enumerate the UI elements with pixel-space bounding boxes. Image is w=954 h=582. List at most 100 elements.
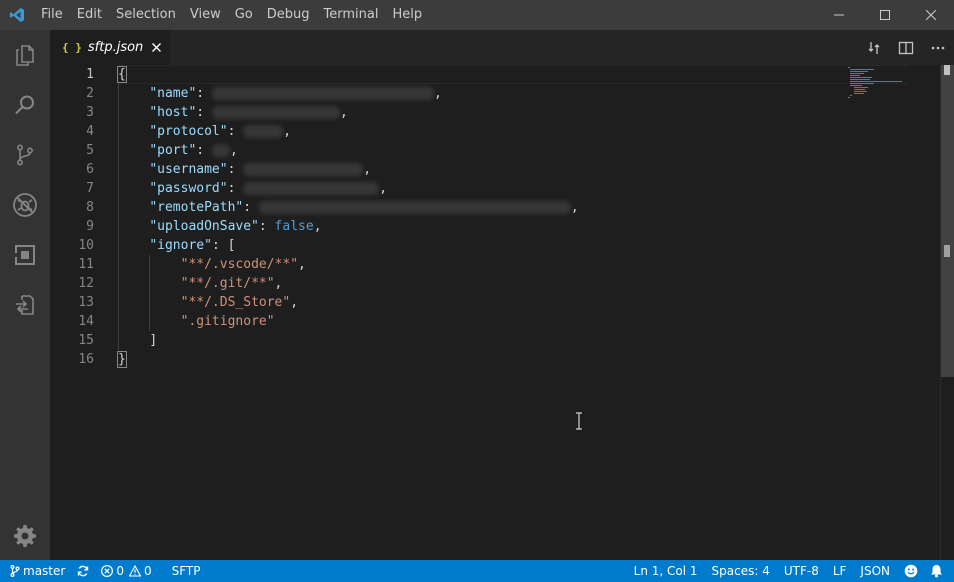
json-key: "port" xyxy=(149,143,197,158)
search-icon xyxy=(15,95,34,115)
current-line-highlight xyxy=(118,65,908,84)
indentation-status[interactable]: Spaces: 4 xyxy=(705,560,777,582)
title-bar: File Edit Selection View Go Debug Termin… xyxy=(0,0,954,30)
code-line: "password": , xyxy=(118,179,387,198)
sftp-status[interactable]: SFTP xyxy=(167,560,206,582)
redacted-value xyxy=(258,201,571,214)
maximize-icon xyxy=(880,10,890,20)
warning-count: 0 xyxy=(143,564,152,578)
menu-edit[interactable]: Edit xyxy=(70,0,109,30)
smiley-icon xyxy=(904,564,918,578)
more-actions-button[interactable] xyxy=(922,30,954,65)
activity-source-control[interactable] xyxy=(0,130,50,180)
language-mode[interactable]: JSON xyxy=(853,560,897,582)
error-count: 0 xyxy=(116,564,124,578)
json-key: "ignore" xyxy=(149,238,212,253)
git-branch-icon xyxy=(10,565,20,577)
tab-title: sftp.json xyxy=(87,40,144,55)
comma: , xyxy=(290,295,299,310)
json-key: "host" xyxy=(149,105,197,120)
redacted-value xyxy=(211,144,230,157)
json-file-icon: { } xyxy=(62,41,82,54)
minimize-button[interactable] xyxy=(816,0,862,30)
files-icon xyxy=(16,45,34,66)
sync-button[interactable] xyxy=(70,560,96,582)
line-number: 14 xyxy=(78,314,94,329)
activity-explorer[interactable] xyxy=(0,30,50,80)
tab-sftp-json[interactable]: { } sftp.json xyxy=(50,30,170,65)
code-line: "name": , xyxy=(118,84,442,103)
editor-actions xyxy=(858,30,954,65)
open-brace: { xyxy=(117,66,127,83)
menu-file[interactable]: File xyxy=(34,0,70,30)
sync-icon xyxy=(78,565,89,577)
code-line: "**/.vscode/**", xyxy=(118,255,306,274)
json-key: "name" xyxy=(149,86,197,101)
colon: : xyxy=(258,219,267,234)
status-bar: master 0 0 SFTP Ln 1, Col 1 Spaces: 4 UT… xyxy=(0,560,954,582)
string-value: ".gitignore" xyxy=(180,314,275,329)
close-brace: } xyxy=(117,351,127,368)
line-number: 3 xyxy=(86,105,94,120)
colon: : xyxy=(196,105,205,120)
debug-icon xyxy=(13,193,37,217)
code-line: "protocol": , xyxy=(118,122,291,141)
text-cursor-icon xyxy=(576,412,582,430)
minimize-icon xyxy=(834,14,844,16)
eol-status[interactable]: LF xyxy=(826,560,854,582)
menu-selection[interactable]: Selection xyxy=(109,0,183,30)
split-editor-button[interactable] xyxy=(890,30,922,65)
bell-icon xyxy=(931,565,942,578)
comma: , xyxy=(433,86,442,101)
extensions-icon xyxy=(15,245,35,265)
line-number: 5 xyxy=(86,143,94,158)
maximize-button[interactable] xyxy=(862,0,908,30)
comma: , xyxy=(298,257,306,272)
vertical-scrollbar[interactable] xyxy=(940,65,954,560)
notifications-button[interactable] xyxy=(925,560,948,582)
activity-remote-explorer[interactable] xyxy=(0,280,50,330)
code-line: ".gitignore" xyxy=(118,312,275,331)
menu-go[interactable]: Go xyxy=(228,0,260,30)
editor[interactable]: 1 2 3 4 5 6 7 8 9 10 11 12 13 14 15 16 {… xyxy=(50,65,954,560)
branch-status[interactable]: master xyxy=(5,560,70,582)
comma: , xyxy=(274,276,283,291)
activity-search[interactable] xyxy=(0,80,50,130)
code-line: "username": , xyxy=(118,160,371,179)
line-number: 4 xyxy=(86,124,94,139)
menu-view[interactable]: View xyxy=(183,0,228,30)
feedback-button[interactable] xyxy=(897,560,925,582)
tab-close-button[interactable] xyxy=(148,39,164,55)
close-window-button[interactable] xyxy=(908,0,954,30)
code-area[interactable]: { "name": , "host": , "protocol": , "por… xyxy=(117,65,908,560)
colon: : xyxy=(243,200,252,215)
line-number: 12 xyxy=(78,276,94,291)
open-changes-button[interactable] xyxy=(858,30,890,65)
scroll-overview-marker xyxy=(944,245,950,257)
code-line: ] xyxy=(118,331,157,350)
string-value: "**/.git/**" xyxy=(180,276,275,291)
minimap[interactable] xyxy=(840,65,940,105)
menu-terminal[interactable]: Terminal xyxy=(317,0,386,30)
close-bracket: ] xyxy=(149,333,158,348)
activity-debug[interactable] xyxy=(0,180,50,230)
remote-explorer-icon xyxy=(16,295,34,315)
scrollbar-thumb[interactable] xyxy=(941,65,954,377)
ellipsis-icon xyxy=(931,46,945,49)
menu-help[interactable]: Help xyxy=(385,0,429,30)
activity-settings[interactable] xyxy=(0,510,50,560)
json-key: "remotePath" xyxy=(149,200,244,215)
menu-debug[interactable]: Debug xyxy=(260,0,317,30)
line-number: 13 xyxy=(78,295,94,310)
encoding-status[interactable]: UTF-8 xyxy=(777,560,826,582)
json-key: "uploadOnSave" xyxy=(149,219,259,234)
cursor-position[interactable]: Ln 1, Col 1 xyxy=(627,560,705,582)
line-number: 1 xyxy=(86,67,94,82)
colon: : xyxy=(227,124,236,139)
problems-status[interactable]: 0 0 xyxy=(96,560,156,582)
comma: , xyxy=(339,105,348,120)
activity-extensions[interactable] xyxy=(0,230,50,280)
tab-bar: { } sftp.json xyxy=(50,30,954,65)
line-number: 10 xyxy=(78,238,94,253)
comma: , xyxy=(379,181,388,196)
